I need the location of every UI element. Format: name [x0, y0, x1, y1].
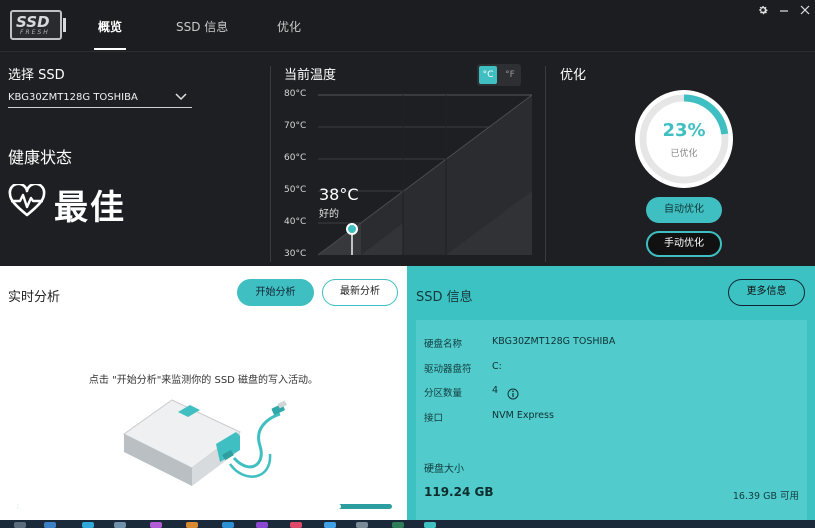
taskbar-app-icon[interactable] [222, 522, 234, 528]
logo-subtext: FRESH [20, 29, 50, 36]
info-icon[interactable] [507, 385, 519, 400]
info-value-drive-letter: C: [492, 361, 502, 372]
optimize-sub-label: 已优化 [670, 149, 698, 159]
taskbar-app-icon[interactable] [186, 522, 198, 528]
ssd-info-panel: SSD 信息 更多信息 硬盘名称 KBG30ZMT128G TOSHIBA 驱动… [407, 266, 815, 520]
info-label-drive-letter: 驱动器盘符 [424, 364, 472, 375]
external-drive-illustration [123, 399, 287, 486]
select-ssd-label: 选择 SSD [8, 68, 65, 83]
temperature-value: 38°C [319, 185, 359, 204]
close-icon[interactable] [798, 4, 812, 18]
taskbar-app-icon[interactable] [324, 522, 336, 528]
temperature-gauge [318, 94, 532, 256]
top-bar: SSD FRESH 概览 SSD 信息 优化 [0, 0, 815, 52]
app-logo: SSD FRESH [10, 10, 66, 40]
logo-bar [63, 18, 66, 32]
optimize-label: 优化 [560, 68, 587, 83]
panel-divider [545, 66, 546, 262]
tab-optimize[interactable]: 优化 [277, 18, 301, 35]
realtime-hint: 点击 "开始分析"来监测你的 SSD 磁盘的写入活动。 [88, 375, 319, 386]
taskbar-app-icon[interactable] [290, 522, 302, 528]
tab-ssd-info[interactable]: SSD 信息 [176, 18, 228, 35]
taskbar-app-icon[interactable] [424, 522, 436, 528]
ssd-info-title: SSD 信息 [416, 290, 473, 305]
more-info-button[interactable]: 更多信息 [728, 279, 805, 306]
temperature-tick: 30°C [284, 249, 307, 259]
taskbar-app-icon[interactable] [392, 522, 404, 528]
disk-usage-fill [17, 504, 341, 509]
info-label-partitions: 分区数量 [424, 388, 463, 399]
disk-usage-bar [17, 504, 392, 509]
taskbar-app-icon[interactable] [150, 522, 162, 528]
manual-optimize-button[interactable]: 手动优化 [646, 231, 722, 257]
temperature-status: 好的 [319, 209, 339, 220]
ssd-dropdown[interactable]: KBG30ZMT128G TOSHIBA [8, 88, 192, 108]
info-value-partitions: 4 [492, 385, 499, 396]
health-label: 健康状态 [8, 148, 73, 167]
ssd-info-card: 硬盘名称 KBG30ZMT128G TOSHIBA 驱动器盘符 C: 分区数量 … [416, 320, 807, 520]
info-label-disk-name: 硬盘名称 [424, 339, 463, 350]
disk-size-value: 119.24 GB [424, 485, 494, 499]
optimize-percent: 23% [662, 120, 706, 141]
disk-free-value: 16.39 GB 可用 [732, 491, 799, 502]
realtime-panel: 实时分析 开始分析 最新分析 点击 "开始分析"来监测你的 SSD 磁盘的写入活… [0, 266, 407, 520]
panel-divider [270, 66, 271, 262]
info-value-disk-name: KBG30ZMT128G TOSHIBA [492, 336, 616, 347]
chevron-down-icon [174, 90, 188, 104]
info-value-interface: NVM Express [492, 410, 554, 421]
celsius-button[interactable]: °C [479, 66, 497, 84]
temperature-tick: 60°C [284, 153, 307, 163]
start-analysis-button[interactable]: 开始分析 [237, 279, 314, 306]
taskbar-app-icon[interactable] [82, 522, 94, 528]
taskbar-app-icon[interactable] [256, 522, 268, 528]
temperature-label: 当前温度 [284, 68, 337, 83]
ssd-dropdown-value: KBG30ZMT128G TOSHIBA [8, 92, 138, 103]
active-tab-indicator [94, 48, 126, 50]
auto-optimize-button[interactable]: 自动优化 [646, 197, 722, 223]
temperature-tick: 70°C [284, 121, 307, 131]
temperature-tick: 40°C [284, 217, 307, 227]
heart-pulse-icon [8, 182, 46, 218]
taskbar-app-icon[interactable] [44, 522, 56, 528]
minimize-icon[interactable] [777, 4, 791, 18]
gear-icon[interactable] [756, 4, 770, 18]
info-label-interface: 接口 [424, 413, 444, 424]
temperature-unit-toggle: °C °F [477, 64, 521, 86]
taskbar-start-icon[interactable] [14, 522, 26, 528]
temperature-tick: 50°C [284, 185, 307, 195]
health-status-value: 最佳 [54, 188, 126, 228]
disk-size-label: 硬盘大小 [424, 464, 464, 475]
latest-analysis-button[interactable]: 最新分析 [322, 279, 398, 306]
taskbar-app-icon[interactable] [356, 522, 368, 528]
fahrenheit-button[interactable]: °F [501, 66, 519, 84]
taskbar-app-icon[interactable] [114, 522, 126, 528]
tab-overview[interactable]: 概览 [98, 18, 122, 35]
temperature-tick: 80°C [284, 89, 307, 99]
realtime-title: 实时分析 [8, 290, 61, 305]
